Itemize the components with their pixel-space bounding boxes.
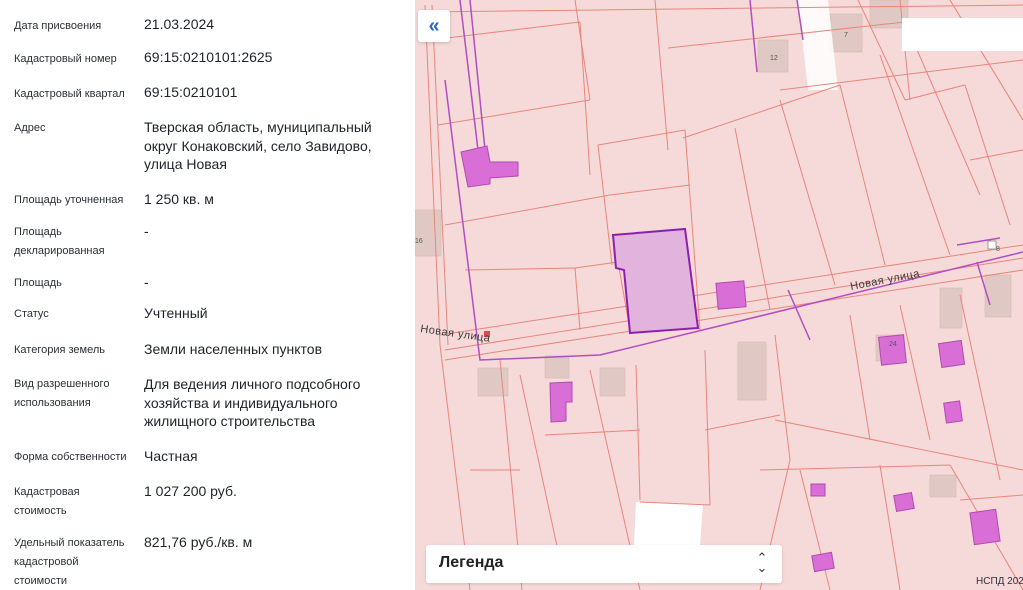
detail-label: Площадь декларированная: [14, 226, 105, 257]
detail-label: Кадастровая стоимость: [14, 486, 80, 517]
house-number: 16: [415, 238, 423, 245]
house-number: 8: [996, 246, 1000, 253]
map-canvas[interactable]: Новая улица Новая улица 7 12 16 24 8: [415, 0, 1023, 590]
detail-value: -: [144, 274, 149, 290]
detail-label: Категория земель: [14, 344, 105, 356]
detail-label: Кадастровый номер: [14, 53, 117, 65]
detail-value: 1 250 кв. м: [144, 191, 214, 207]
detail-value: 1 027 200 руб.: [144, 483, 237, 499]
detail-label: Адрес: [14, 122, 46, 134]
detail-label: Удельный показатель кадастровой стоимост…: [14, 537, 125, 587]
double-chevron-left-icon: «: [428, 14, 440, 37]
detail-value: Тверская область, муниципальный округ Ко…: [144, 119, 372, 172]
map-search-input[interactable]: [902, 18, 1023, 51]
detail-label: Площадь уточненная: [14, 194, 124, 206]
detail-value: Земли населенных пунктов: [144, 341, 323, 357]
map-attribution: НСПД 2024: [976, 576, 1023, 587]
house-number: 24: [889, 341, 897, 348]
house-number: 7: [844, 32, 848, 39]
detail-value: Частная: [144, 448, 198, 464]
detail-label: Кадастровый квартал: [14, 88, 125, 100]
detail-value: Для ведения личного подсобного хозяйства…: [144, 376, 361, 429]
legend-dropdown[interactable]: Легенда ⌃ ⌄: [426, 545, 782, 583]
detail-label: Вид разрешенного использования: [14, 378, 110, 409]
cadastral-map[interactable]: Новая улица Новая улица 7 12 16 24 8: [415, 0, 1023, 590]
chevron-up-down-icon: ⌃ ⌄: [756, 550, 768, 575]
house-number: 12: [770, 55, 778, 62]
parcel-info-panel: Дата присвоения 21.03.2024 Кадастровый н…: [0, 0, 415, 590]
detail-value: -: [144, 223, 149, 239]
detail-value: 21.03.2024: [144, 16, 215, 32]
detail-label: Дата присвоения: [14, 20, 102, 32]
detail-value: Учтенный: [144, 305, 208, 321]
detail-value[interactable]: 69:15:0210101:2625: [144, 48, 394, 67]
detail-label: Статус: [14, 308, 49, 320]
collapse-panel-button[interactable]: «: [418, 10, 450, 42]
detail-value: 821,76 руб./кв. м: [144, 534, 253, 550]
detail-value[interactable]: 69:15:0210101: [144, 83, 394, 102]
detail-label: Площадь: [14, 277, 62, 289]
detail-label: Форма собственности: [14, 451, 127, 463]
legend-label: Легенда: [439, 554, 504, 571]
